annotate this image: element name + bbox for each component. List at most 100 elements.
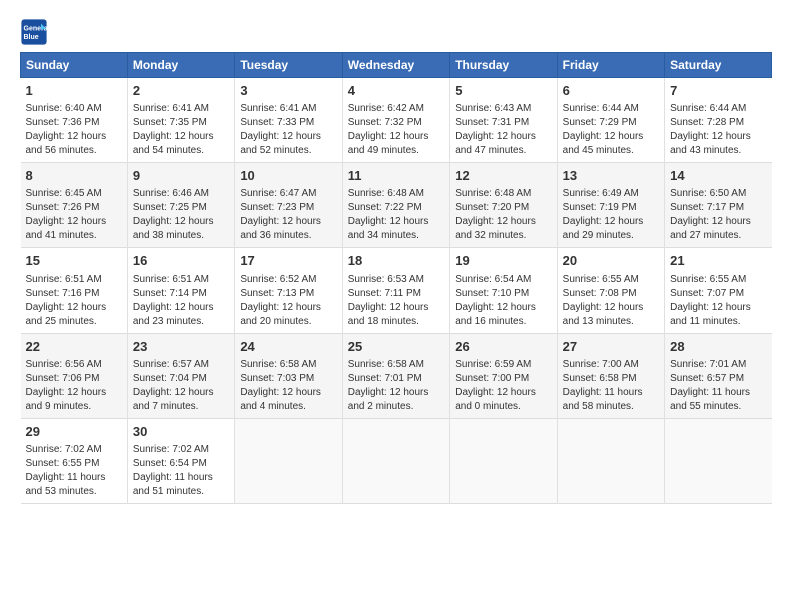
sunset: Sunset: 7:26 PM (26, 202, 100, 213)
calendar-cell: 26Sunrise: 6:59 AMSunset: 7:00 PMDayligh… (450, 333, 557, 418)
daylight: Daylight: 12 hours (240, 302, 321, 313)
daylight: Daylight: 12 hours (455, 216, 536, 227)
calendar-cell (235, 418, 342, 503)
daylight: Daylight: 12 hours (26, 302, 107, 313)
sunset: Sunset: 7:06 PM (26, 373, 100, 384)
calendar-cell: 28Sunrise: 7:01 AMSunset: 6:57 PMDayligh… (665, 333, 772, 418)
day-number: 8 (26, 167, 122, 185)
daylight: Daylight: 12 hours (348, 387, 429, 398)
calendar-cell: 3Sunrise: 6:41 AMSunset: 7:33 PMDaylight… (235, 78, 342, 163)
calendar-cell: 24Sunrise: 6:58 AMSunset: 7:03 PMDayligh… (235, 333, 342, 418)
day-number: 4 (348, 82, 444, 100)
sunrise: Sunrise: 6:44 AM (670, 103, 746, 114)
sunrise: Sunrise: 6:46 AM (133, 188, 209, 199)
sunset: Sunset: 7:31 PM (455, 117, 529, 128)
sunset: Sunset: 7:01 PM (348, 373, 422, 384)
daylight-minutes: and 11 minutes. (670, 316, 740, 327)
calendar-cell: 1Sunrise: 6:40 AMSunset: 7:36 PMDaylight… (21, 78, 128, 163)
daylight-minutes: and 9 minutes. (26, 401, 92, 412)
daylight: Daylight: 11 hours (670, 387, 750, 398)
sunset: Sunset: 7:36 PM (26, 117, 100, 128)
daylight-minutes: and 38 minutes. (133, 230, 204, 241)
daylight: Daylight: 12 hours (240, 216, 321, 227)
sunset: Sunset: 7:20 PM (455, 202, 529, 213)
sunrise: Sunrise: 6:49 AM (563, 188, 639, 199)
sunrise: Sunrise: 6:58 AM (240, 359, 316, 370)
sunset: Sunset: 7:17 PM (670, 202, 744, 213)
logo-icon: General Blue (20, 18, 48, 46)
calendar-cell: 19Sunrise: 6:54 AMSunset: 7:10 PMDayligh… (450, 248, 557, 333)
header-row: SundayMondayTuesdayWednesdayThursdayFrid… (21, 53, 772, 78)
day-number: 23 (133, 338, 229, 356)
daylight: Daylight: 11 hours (563, 387, 643, 398)
daylight: Daylight: 11 hours (26, 472, 106, 483)
daylight-minutes: and 29 minutes. (563, 230, 634, 241)
page: General Blue SundayMondayTuesdayWednesda… (0, 0, 792, 612)
daylight: Daylight: 12 hours (455, 131, 536, 142)
sunset: Sunset: 6:57 PM (670, 373, 744, 384)
week-row: 1 Sunrise: 6:40 AM Sunset: 7:36 PM Daylight… (21, 78, 772, 163)
sunrise: Sunrise: 6:47 AM (240, 188, 316, 199)
day-number: 9 (133, 167, 229, 185)
daylight-minutes: and 32 minutes. (455, 230, 526, 241)
sunset: Sunset: 7:22 PM (348, 202, 422, 213)
header-cell-friday: Friday (557, 53, 664, 78)
daylight: Daylight: 12 hours (455, 302, 536, 313)
sunrise: Sunrise: 6:45 AM (26, 188, 102, 199)
sunrise: Sunrise: 6:40 AM (26, 103, 102, 114)
day-number: 28 (670, 338, 766, 356)
sunrise: Sunrise: 6:48 AM (348, 188, 424, 199)
daylight-minutes: and 20 minutes. (240, 316, 311, 327)
sunset: Sunset: 6:54 PM (133, 458, 207, 469)
daylight: Daylight: 11 hours (133, 472, 213, 483)
daylight: Daylight: 12 hours (670, 131, 751, 142)
day-number: 11 (348, 167, 444, 185)
sunrise: Sunrise: 7:00 AM (563, 359, 639, 370)
sunset: Sunset: 6:55 PM (26, 458, 100, 469)
header: General Blue (20, 18, 772, 46)
day-number: 6 (563, 82, 659, 100)
sunset: Sunset: 7:13 PM (240, 288, 314, 299)
day-number: 15 (26, 252, 122, 270)
sunset: Sunset: 7:29 PM (563, 117, 637, 128)
calendar-cell: 17Sunrise: 6:52 AMSunset: 7:13 PMDayligh… (235, 248, 342, 333)
day-number: 21 (670, 252, 766, 270)
calendar-cell: 4Sunrise: 6:42 AMSunset: 7:32 PMDaylight… (342, 78, 449, 163)
day-number: 3 (240, 82, 336, 100)
header-cell-sunday: Sunday (21, 53, 128, 78)
sunrise: Sunrise: 6:53 AM (348, 274, 424, 285)
day-number: 10 (240, 167, 336, 185)
day-number: 14 (670, 167, 766, 185)
sunrise: Sunrise: 6:54 AM (455, 274, 531, 285)
day-number: 16 (133, 252, 229, 270)
sunset: Sunset: 7:32 PM (348, 117, 422, 128)
day-number: 18 (348, 252, 444, 270)
calendar-cell: 13 Sunrise: 6:49 AM Sunset: 7:19 PM Dayligh… (557, 163, 664, 248)
sunset: Sunset: 7:10 PM (455, 288, 529, 299)
daylight: Daylight: 12 hours (563, 131, 644, 142)
calendar-cell: 29Sunrise: 7:02 AMSunset: 6:55 PMDayligh… (21, 418, 128, 503)
calendar-cell (557, 418, 664, 503)
day-number: 30 (133, 423, 229, 441)
daylight: Daylight: 12 hours (563, 216, 644, 227)
sunset: Sunset: 7:19 PM (563, 202, 637, 213)
sunrise: Sunrise: 6:59 AM (455, 359, 531, 370)
calendar-cell: 5Sunrise: 6:43 AMSunset: 7:31 PMDaylight… (450, 78, 557, 163)
calendar-cell: 22Sunrise: 6:56 AMSunset: 7:06 PMDayligh… (21, 333, 128, 418)
daylight: Daylight: 12 hours (348, 302, 429, 313)
daylight-minutes: and 51 minutes. (133, 486, 204, 497)
daylight: Daylight: 12 hours (133, 131, 214, 142)
sunrise: Sunrise: 6:43 AM (455, 103, 531, 114)
day-number: 1 (26, 82, 122, 100)
daylight-minutes: and 53 minutes. (26, 486, 97, 497)
calendar-cell: 6Sunrise: 6:44 AMSunset: 7:29 PMDaylight… (557, 78, 664, 163)
sunset: Sunset: 7:07 PM (670, 288, 744, 299)
day-number: 20 (563, 252, 659, 270)
calendar-cell: 18Sunrise: 6:53 AMSunset: 7:11 PMDayligh… (342, 248, 449, 333)
calendar-cell: 14Sunrise: 6:50 AMSunset: 7:17 PMDayligh… (665, 163, 772, 248)
daylight-minutes: and 34 minutes. (348, 230, 419, 241)
day-number: 13 (563, 167, 659, 185)
calendar-cell: 11Sunrise: 6:48 AMSunset: 7:22 PMDayligh… (342, 163, 449, 248)
calendar-cell (342, 418, 449, 503)
sunrise: Sunrise: 6:41 AM (240, 103, 316, 114)
